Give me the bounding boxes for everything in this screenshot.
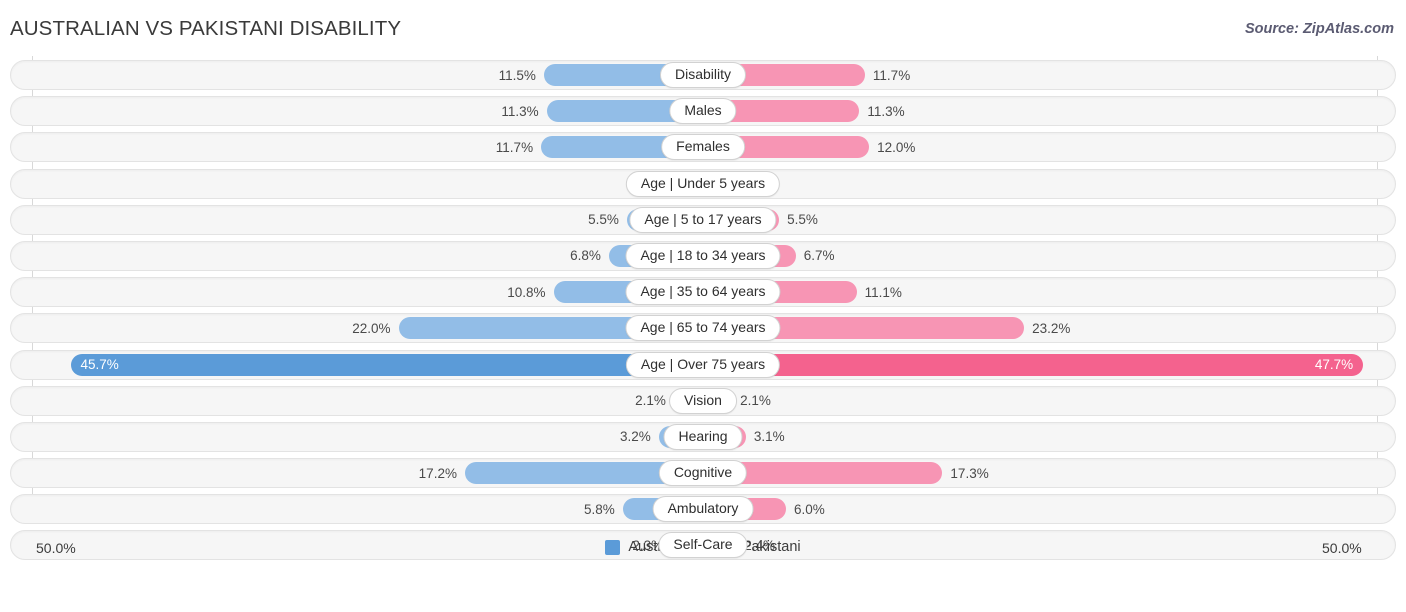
table-row: 3.2%3.2%3.1%3.1%Hearing [10,421,1396,452]
bar-value-right: 11.7% [872,67,911,83]
page-title: AUSTRALIAN VS PAKISTANI DISABILITY [10,17,402,40]
bar-value-right: 17.3% [950,465,989,481]
bar-left-group: 11.3%11.3% [11,97,703,125]
table-row: 10.8%10.8%11.1%11.1%Age | 35 to 64 years [10,277,1396,308]
bar-value-right: 6.0% [794,501,825,517]
bar-left-group: 1.4%1.4% [11,170,703,198]
bar-right-group: 12.0%12.0% [703,133,1395,161]
bar-value-inline-right: 47.7% [1314,357,1354,372]
bar-left-group: 6.8%6.8% [11,242,703,270]
row-label-pill: Age | 35 to 64 years [625,279,781,306]
bar-value-left: 5.8% [583,501,615,517]
bar-right-group: 5.5%5.5% [703,206,1395,234]
bar-value-left: 17.2% [418,465,457,481]
row-label-pill: Self-Care [658,532,748,559]
row-label-pill: Hearing [663,423,743,450]
table-row: 11.7%11.7%12.0%12.0%Females [10,132,1396,163]
bar-value-left: 5.5% [588,212,619,228]
bar-value-right: 5.5% [787,212,818,228]
bar-value-left: 22.0% [352,320,391,336]
row-label-pill: Females [661,134,745,161]
table-row: 1.4%1.4%1.3%1.3%Age | Under 5 years [10,168,1396,199]
row-label-pill: Ambulatory [652,496,754,523]
table-row: 22.0%22.0%23.2%23.2%Age | 65 to 74 years [10,313,1396,344]
chart-rows: 11.5%11.5%11.7%11.7%Disability11.3%11.3%… [10,60,1396,567]
bar-right-group: 2.1%2.1% [703,387,1395,415]
row-label-pill: Vision [669,387,737,414]
bar-australian: 45.7% [70,353,703,376]
row-label-pill: Age | Over 75 years [625,351,781,378]
bar-value-inline-left: 45.7% [80,357,119,372]
bar-value-left: 11.7% [495,139,534,155]
bar-right-group: 3.1%3.1% [703,423,1395,451]
bar-right-group: 11.3%11.3% [703,97,1395,125]
bar-value-right: 3.1% [753,429,785,445]
row-label-pill: Males [669,98,737,125]
bar-left-group: 17.2%17.2% [11,459,703,487]
table-row: 45.7%45.7%47.7%47.7%Age | Over 75 years [10,349,1396,380]
chart-plot-area: 11.5%11.5%11.7%11.7%Disability11.3%11.3%… [10,56,1396,566]
bar-left-group: 5.8%5.8% [11,495,703,523]
bar-right-group: 6.7%6.7% [703,242,1395,270]
row-label-pill: Cognitive [658,460,748,487]
bar-right-group: 1.3%1.3% [703,170,1395,198]
legend-swatch-icon [605,539,621,555]
bar-right-group: 47.7%47.7% [703,351,1395,379]
table-row: 5.8%5.8%6.0%6.0%Ambulatory [10,494,1396,525]
bar-right-group: 17.3%17.3% [703,459,1395,487]
bar-right-group: 11.7%11.7% [703,61,1395,89]
bar-value-right: 2.1% [740,393,771,409]
row-label-pill: Age | 65 to 74 years [625,315,781,342]
bar-left-group: 5.5%5.5% [11,206,703,234]
table-row: 2.1%2.1%2.1%2.1%Vision [10,385,1396,416]
bar-left-group: 22.0%22.0% [11,314,703,342]
bar-left-group: 11.7%11.7% [11,133,703,161]
bar-value-right: 23.2% [1032,320,1071,336]
table-row: 5.5%5.5%5.5%5.5%Age | 5 to 17 years [10,204,1396,235]
legend-label: Pakistani [741,539,801,555]
source-attribution: Source: ZipAtlas.com [1244,21,1394,37]
bar-value-left: 11.5% [498,67,536,83]
table-row: 17.2%17.2%17.3%17.3%Cognitive [10,458,1396,489]
bar-value-right: 6.7% [803,248,835,264]
bar-left-group: 11.5%11.5% [11,61,703,89]
table-row: 6.8%6.8%6.7%6.7%Age | 18 to 34 years [10,240,1396,271]
table-row: 11.3%11.3%11.3%11.3%Males [10,96,1396,127]
bar-right-group: 11.1%11.1% [703,278,1395,306]
bar-value-left: 2.1% [635,393,666,409]
bar-value-right: 11.3% [867,103,905,119]
bar-value-right: 11.1% [864,284,902,300]
bar-value-left: 10.8% [507,284,546,300]
bar-left-group: 2.1%2.1% [11,387,703,415]
bar-left-group: 45.7%45.7% [11,351,703,379]
bar-value-right: 12.0% [877,139,916,155]
row-label-pill: Disability [659,62,747,88]
row-label-pill: Age | Under 5 years [625,170,781,197]
bar-value-left: 11.3% [501,103,539,119]
bar-pakistani: 47.7% [703,353,1364,376]
bar-left-group: 3.2%3.2% [11,423,703,451]
bar-right-group: 23.2%23.2% [703,314,1395,342]
bar-value-left: 6.8% [570,248,601,264]
bar-right-group: 6.0%6.0% [703,495,1395,523]
bar-value-left: 3.2% [619,429,651,445]
row-label-pill: Age | 5 to 17 years [629,206,777,233]
bar-left-group: 10.8%10.8% [11,278,703,306]
row-label-pill: Age | 18 to 34 years [625,242,781,269]
table-row: 11.5%11.5%11.7%11.7%Disability [10,60,1396,90]
chart-header: AUSTRALIAN VS PAKISTANI DISABILITY Sourc… [0,0,1406,56]
